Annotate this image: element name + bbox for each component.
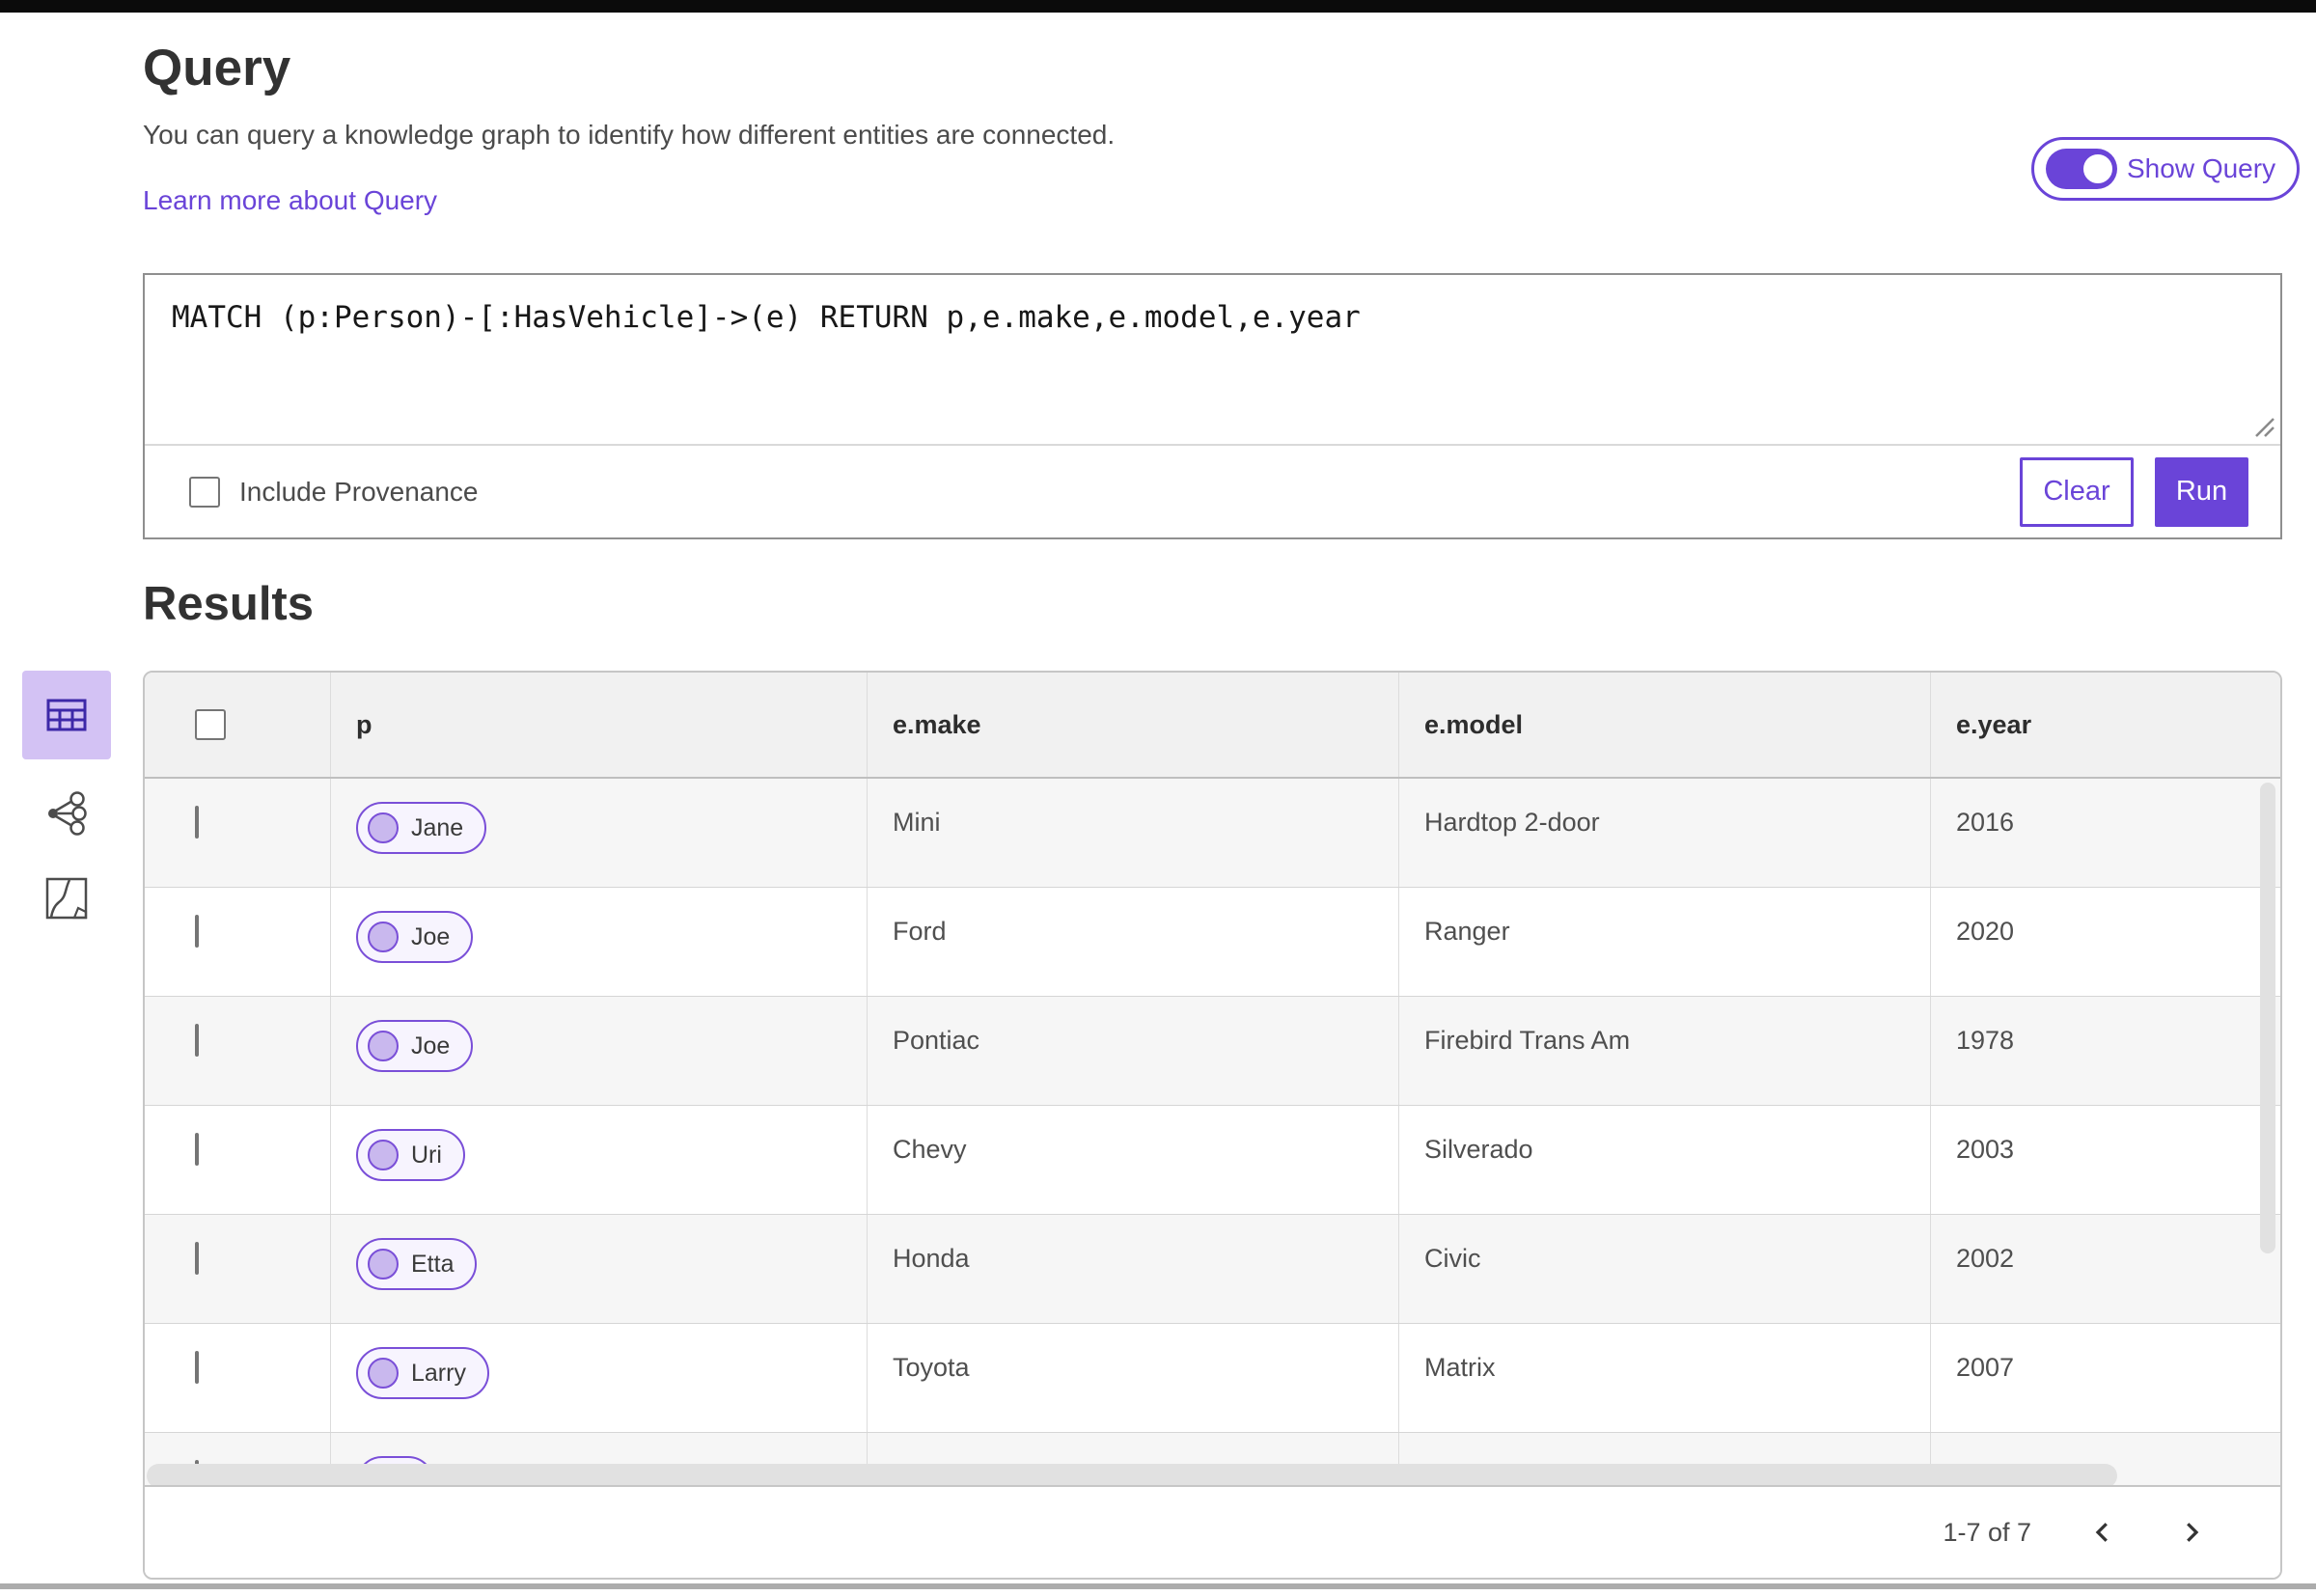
column-header-e-model: e.model <box>1399 673 1931 777</box>
clear-button[interactable]: Clear <box>2020 456 2134 527</box>
table-row: Joe Pontiac Firebird Trans Am 1978 <box>145 997 2280 1106</box>
results-view-switcher <box>22 671 111 929</box>
previous-page-button[interactable] <box>2082 1511 2124 1554</box>
textarea-resize-grip-icon[interactable] <box>2250 413 2275 438</box>
row-checkbox[interactable] <box>195 1133 199 1166</box>
page-title: Query <box>143 40 291 96</box>
table-row: Joe Ford Ranger 2020 <box>145 888 2280 997</box>
entity-pill[interactable]: Larry <box>356 1347 489 1399</box>
window-top-edge <box>0 0 2316 13</box>
query-footer-bar: Include Provenance Clear Run <box>145 444 2280 537</box>
table-icon <box>46 699 87 731</box>
table-row: Uri Chevy Silverado 2003 <box>145 1106 2280 1215</box>
column-header-e-year: e.year <box>1956 709 2032 739</box>
query-textarea[interactable]: MATCH (p:Person)-[:HasVehicle]->(e) RETU… <box>145 275 2280 446</box>
person-node-icon <box>368 812 399 843</box>
chevron-right-icon <box>2187 1523 2199 1542</box>
header-select-all-cell <box>145 673 331 777</box>
person-node-icon <box>368 1140 399 1170</box>
entity-pill[interactable]: Jane <box>356 802 487 854</box>
include-provenance-label: Include Provenance <box>239 476 479 507</box>
include-provenance-checkbox[interactable] <box>189 476 220 508</box>
link-chart-icon <box>48 791 87 836</box>
column-header-p: p <box>331 673 868 777</box>
table-header-row: p e.make e.model e.year <box>145 673 2280 779</box>
entity-pill[interactable]: Joe <box>356 911 474 963</box>
table-row: Larry Toyota Matrix 2007 <box>145 1324 2280 1433</box>
results-table: p e.make e.model e.year Jane Mini Hardto… <box>145 673 2280 1487</box>
results-title: Results <box>143 578 315 630</box>
toggle-knob <box>2081 151 2115 186</box>
entity-pill[interactable]: Joe <box>356 1020 474 1072</box>
query-editor-panel: MATCH (p:Person)-[:HasVehicle]->(e) RETU… <box>143 273 2282 539</box>
map-icon <box>45 877 88 920</box>
window-bottom-edge <box>0 1583 2316 1589</box>
row-checkbox[interactable] <box>195 915 199 948</box>
person-node-icon <box>368 1031 399 1061</box>
row-checkbox[interactable] <box>195 1351 199 1384</box>
chevron-left-icon <box>2095 1523 2108 1542</box>
next-page-button[interactable] <box>2170 1511 2213 1554</box>
person-node-icon <box>368 1249 399 1280</box>
table-view-button[interactable] <box>22 671 111 759</box>
table-row: Etta Honda Civic 2002 <box>145 1215 2280 1324</box>
map-view-button[interactable] <box>22 867 111 929</box>
pagination-bar: 1-7 of 7 <box>145 1485 2280 1578</box>
link-chart-view-button[interactable] <box>22 783 111 844</box>
page-description: You can query a knowledge graph to ident… <box>143 120 1116 150</box>
results-card: p e.make e.model e.year Jane Mini Hardto… <box>143 671 2282 1580</box>
select-all-checkbox[interactable] <box>195 709 226 740</box>
learn-more-link[interactable]: Learn more about Query <box>143 185 437 216</box>
show-query-label: Show Query <box>2127 153 2276 183</box>
page-range-label: 1-7 of 7 <box>1943 1517 2031 1547</box>
toggle-switch-icon[interactable] <box>2046 149 2117 189</box>
query-page: Query You can query a knowledge graph to… <box>0 0 2316 1596</box>
entity-pill[interactable]: Etta <box>356 1238 478 1290</box>
row-checkbox[interactable] <box>195 1024 199 1057</box>
person-node-icon <box>368 1358 399 1389</box>
person-node-icon <box>368 922 399 952</box>
row-checkbox[interactable] <box>195 806 199 839</box>
vertical-scrollbar[interactable] <box>2260 783 2275 1253</box>
table-row: Jane Mini Hardtop 2-door 2016 <box>145 779 2280 888</box>
column-header-e-make: e.make <box>868 673 1399 777</box>
show-query-toggle[interactable]: Show Query <box>2031 137 2301 201</box>
run-button[interactable]: Run <box>2155 456 2248 527</box>
entity-pill[interactable]: Uri <box>356 1129 465 1181</box>
row-checkbox[interactable] <box>195 1242 199 1275</box>
